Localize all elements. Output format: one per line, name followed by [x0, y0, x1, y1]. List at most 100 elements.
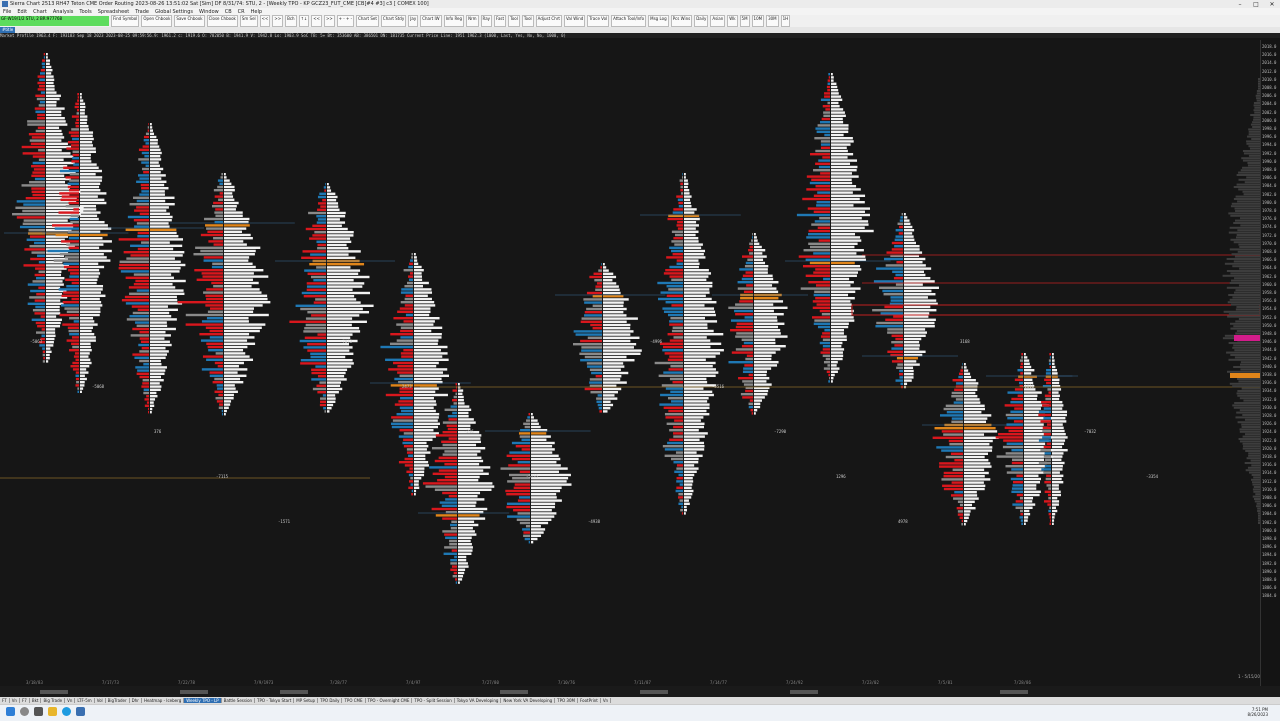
chartbook-tab[interactable]: Vn: [601, 698, 612, 703]
toolbar-button[interactable]: Chart Set: [356, 15, 379, 27]
toolbar-button[interactable]: Tool: [508, 15, 520, 27]
toolbar-button[interactable]: Attach Tool/Info: [611, 15, 647, 27]
toolbar-button[interactable]: Wk: [727, 15, 738, 27]
volume-bar: [829, 377, 830, 380]
chartbook-tab[interactable]: TPO Daily: [318, 698, 343, 703]
toolbar-button[interactable]: <<: [259, 15, 271, 27]
toolbar-button[interactable]: Daily: [694, 15, 709, 27]
menu-item[interactable]: Spreadsheet: [95, 9, 133, 15]
scroll-marker[interactable]: [640, 690, 668, 694]
chartbook-tab[interactable]: Weekly TPO - LP: [184, 698, 222, 703]
toolbar-button[interactable]: Ray: [480, 15, 493, 27]
browser-icon[interactable]: [62, 707, 71, 716]
tpo-bar: [531, 509, 552, 512]
menu-item[interactable]: Chart: [30, 9, 50, 15]
close-icon[interactable]: ✕: [1264, 1, 1280, 8]
toolbar-button[interactable]: 1H: [780, 15, 791, 27]
chartbook-tab[interactable]: TPO - Overnight CME: [366, 698, 413, 703]
sierra-chart-taskbar-icon[interactable]: [76, 707, 85, 716]
chartbook-tab[interactable]: FT: [0, 698, 10, 703]
toolbar-button[interactable]: 5M: [739, 15, 750, 27]
toolbar-button[interactable]: Val Wind: [563, 15, 586, 27]
symbol-box[interactable]: GF-W19/1/2 STU, 2 BR:977768: [0, 16, 109, 26]
toolbar-button[interactable]: Msg Log: [648, 15, 669, 27]
toolbar-button[interactable]: Trace Vol: [587, 15, 610, 27]
volume-bar: [444, 463, 457, 466]
toolbar-button[interactable]: + - + -: [336, 15, 355, 27]
toolbar-button[interactable]: Open Chbook: [141, 15, 173, 27]
menu-item[interactable]: Analysis: [50, 9, 77, 15]
menu-item[interactable]: Trade: [132, 9, 152, 15]
scroll-marker[interactable]: [280, 690, 308, 694]
toolbar-button[interactable]: Info Reg: [443, 15, 465, 27]
chartbook-tab[interactable]: FootPrint: [578, 698, 601, 703]
toolbar-button[interactable]: 10M: [751, 15, 765, 27]
toolbar-button[interactable]: Chart Stdy: [380, 15, 407, 27]
menu-item[interactable]: Help: [248, 9, 265, 15]
toolbar-button[interactable]: Jay: [408, 15, 419, 27]
system-tray-clock[interactable]: 7:51 PM 8/26/2023: [1247, 707, 1268, 717]
toolbar-button[interactable]: Adjust Chrt: [535, 15, 562, 27]
volume-bar: [678, 502, 683, 505]
volume-bar: [16, 200, 45, 203]
chartbook-tab[interactable]: Big Trade: [41, 698, 66, 703]
maximize-icon[interactable]: □: [1248, 1, 1264, 8]
toolbar-button[interactable]: Fast: [494, 15, 507, 27]
menu-item[interactable]: Global Settings: [152, 9, 196, 15]
chartbook-tab[interactable]: Dhr: [130, 698, 142, 703]
menu-item[interactable]: Tools: [76, 9, 94, 15]
volume-bar: [513, 509, 530, 512]
scroll-marker[interactable]: [180, 690, 208, 694]
windows-start-icon[interactable]: [6, 707, 15, 716]
toolbar-button[interactable]: 30M: [766, 15, 779, 27]
chartbook-tab[interactable]: BigTrader: [106, 698, 130, 703]
chartbook-tab[interactable]: Bkt: [30, 698, 42, 703]
chartbook-tab[interactable]: TPO CME: [342, 698, 366, 703]
chartbook-tab[interactable]: Tokyo VA Developing: [455, 698, 502, 703]
file-explorer-icon[interactable]: [48, 707, 57, 716]
task-view-icon[interactable]: [34, 707, 43, 716]
toolbar-button[interactable]: Chart IW: [420, 15, 442, 27]
menu-item[interactable]: Edit: [14, 9, 30, 15]
chartbook-tab[interactable]: TPO 30M: [555, 698, 578, 703]
scroll-marker[interactable]: [790, 690, 818, 694]
chartbook-tab[interactable]: LTF-5m: [75, 698, 95, 703]
chartbook-tab[interactable]: MP Setup: [294, 698, 319, 703]
toolbar-button[interactable]: Save Chbook: [174, 15, 205, 27]
chartbook-tab[interactable]: New York VA Developing: [501, 698, 556, 703]
toolbar-button[interactable]: Close Chbook: [206, 15, 238, 27]
toolbar-button[interactable]: ↑↓: [298, 15, 310, 27]
scroll-marker[interactable]: [1000, 690, 1028, 694]
chartbook-tab[interactable]: Vol: [95, 698, 106, 703]
volume-bar: [452, 389, 457, 392]
chartbook-tab[interactable]: Vn: [65, 698, 76, 703]
toolbar-button[interactable]: Asian: [710, 15, 726, 27]
tpo-bar: [327, 387, 343, 391]
toolbar-button[interactable]: >>: [272, 15, 284, 27]
toolbar-button[interactable]: Sm Sel: [239, 15, 258, 27]
tpo-bar: [458, 578, 463, 581]
chartbook-tab[interactable]: F7: [20, 698, 30, 703]
chartbook-tab[interactable]: TPO - Split Session: [412, 698, 455, 703]
chartbook-tabs: FT Vn F7 Bkt Big Trade Vn LTF-5m Vol BigTrader Dh…: [0, 697, 1280, 704]
menu-item[interactable]: CR: [235, 9, 248, 15]
toolbar-button[interactable]: Pcs Wins: [670, 15, 693, 27]
chartbook-tab[interactable]: Vn: [10, 698, 20, 703]
chartbook-tab[interactable]: Heatmap - Iceberg: [142, 698, 185, 703]
toolbar-button[interactable]: Find Symbol: [111, 15, 140, 27]
minimize-icon[interactable]: –: [1232, 1, 1248, 8]
menu-item[interactable]: File: [0, 9, 14, 15]
search-icon[interactable]: [20, 707, 29, 716]
toolbar-button[interactable]: <<: [311, 15, 322, 27]
chartbook-tab[interactable]: TPO - Tokyo Start: [255, 698, 295, 703]
chart-area[interactable]: -5063 -5068 376 -7115 -1571 -7073 2473 -216 -523…: [0, 33, 1280, 686]
toolbar-button[interactable]: >>: [323, 15, 335, 27]
scroll-marker[interactable]: [40, 690, 68, 694]
menu-item[interactable]: Window: [196, 9, 222, 15]
chartbook-tab[interactable]: Battle Session: [222, 698, 256, 703]
menu-item[interactable]: CB: [222, 9, 235, 15]
toolbar-button[interactable]: Nrm: [466, 15, 479, 27]
toolbar-button[interactable]: Tool: [521, 15, 534, 27]
scroll-marker[interactable]: [500, 690, 528, 694]
toolbar-button[interactable]: Bch: [285, 15, 297, 27]
